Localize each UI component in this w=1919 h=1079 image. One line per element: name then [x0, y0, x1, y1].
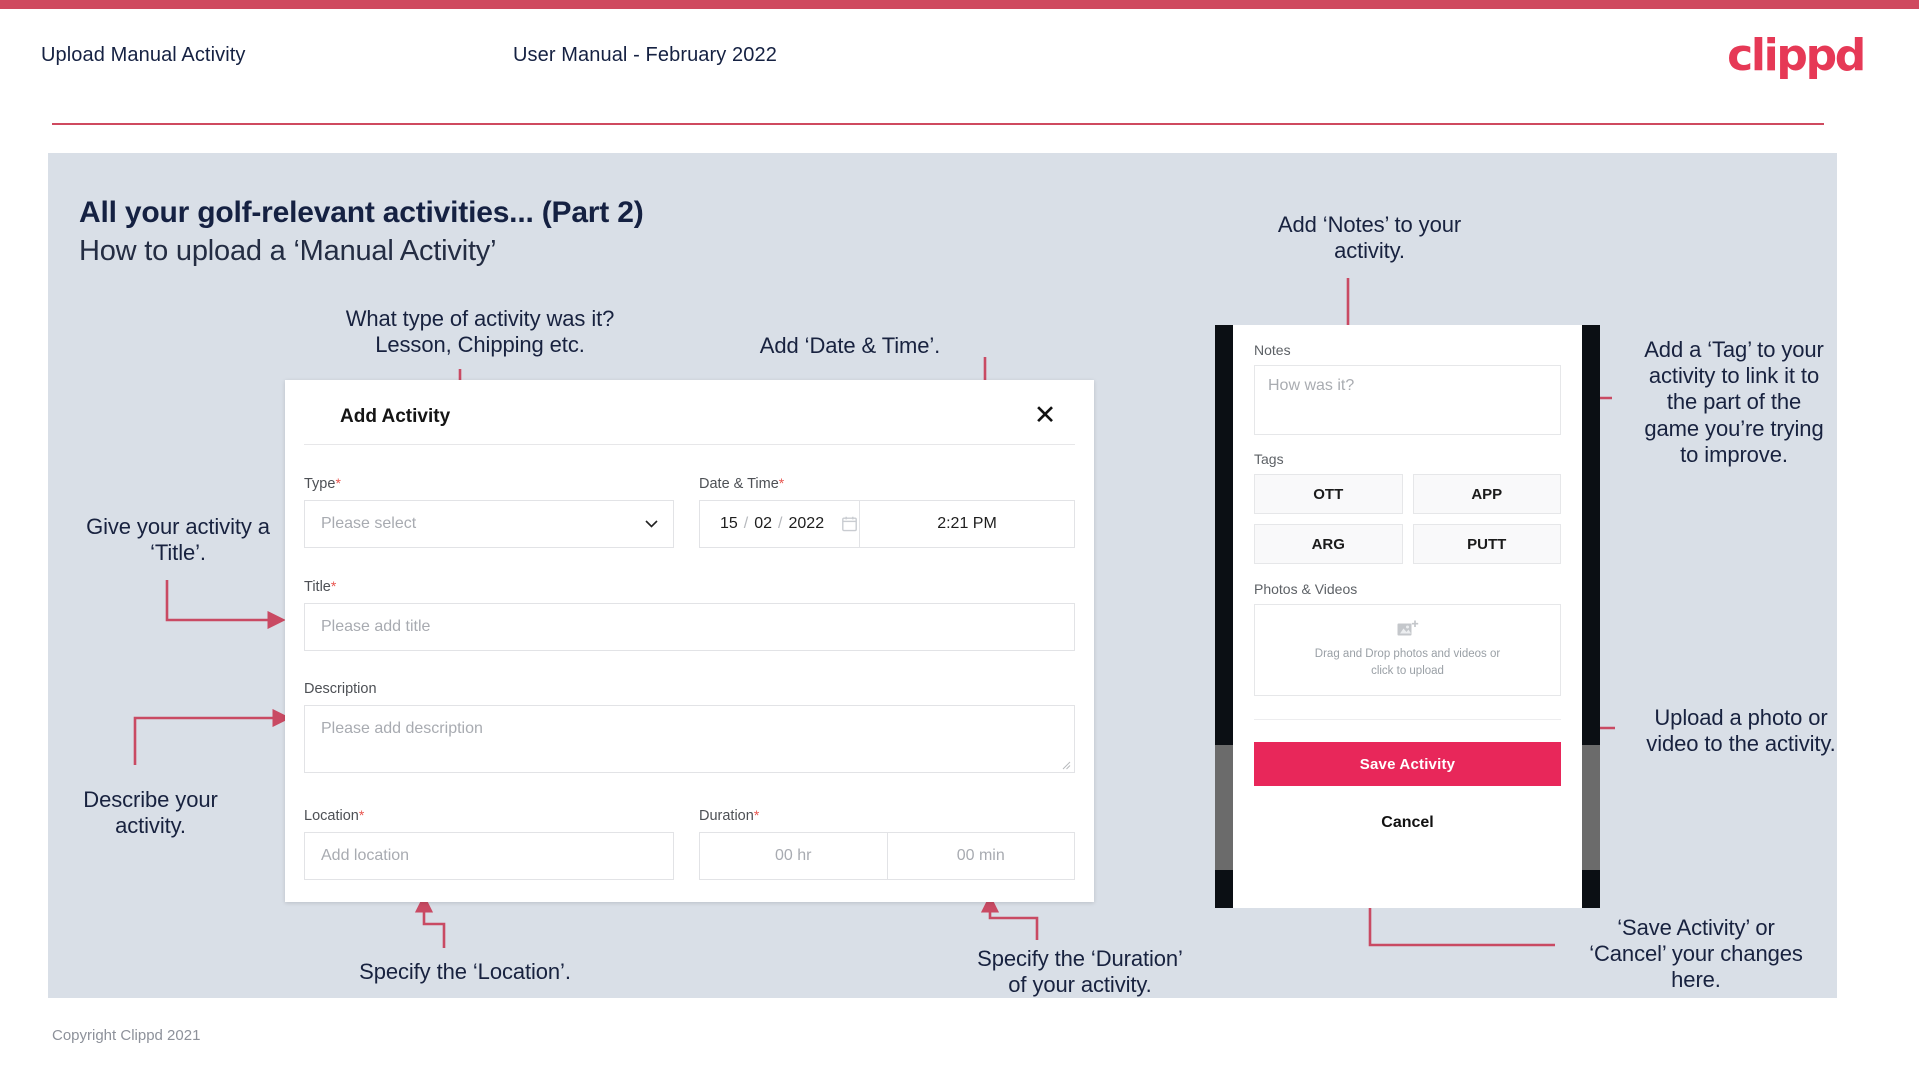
annotation-notes: Add ‘Notes’ to your activity. — [1277, 212, 1462, 264]
notes-textarea[interactable]: How was it? — [1254, 365, 1561, 435]
tags-label: Tags — [1254, 451, 1284, 467]
location-input[interactable]: Add location — [304, 832, 674, 880]
tag-button-arg[interactable]: ARG — [1254, 524, 1403, 564]
type-label: Type* — [304, 475, 341, 492]
description-field: Description Please add description — [304, 681, 1075, 773]
annotation-tag: Add a ‘Tag’ to your activity to link it t… — [1644, 337, 1824, 467]
copyright-text: Copyright Clippd 2021 — [52, 1027, 201, 1044]
phone-divider — [1254, 719, 1561, 720]
phone-mockup: Notes How was it? Tags OTT APP ARG PUTT … — [1215, 325, 1600, 908]
dialog-header: Add Activity ✕ — [285, 380, 1094, 442]
photos-label: Photos & Videos — [1254, 581, 1358, 597]
phone-bezel-right — [1582, 325, 1600, 908]
calendar-icon[interactable] — [842, 516, 857, 532]
annotation-type: What type of activity was it? Lesson, Chi… — [345, 306, 615, 358]
dialog-divider — [304, 444, 1075, 445]
duration-field: Duration* 00 hr 00 min — [699, 807, 1075, 880]
annotation-duration: Specify the ‘Duration’ of your activity. — [977, 946, 1183, 998]
page-subtitle: User Manual - February 2022 — [513, 44, 777, 66]
date-input[interactable]: 15 / 02 / 2022 — [700, 501, 860, 547]
slide-heading: All your golf-relevant activities... (Pa… — [79, 196, 644, 229]
slide-page: Upload Manual Activity User Manual - Feb… — [0, 0, 1919, 1079]
chevron-down-icon — [645, 520, 658, 528]
title-field: Title* Please add title — [304, 578, 1075, 651]
slide-subheading: How to upload a ‘Manual Activity’ — [79, 235, 497, 267]
tag-button-app[interactable]: APP — [1412, 474, 1561, 514]
top-accent-bar — [0, 0, 1919, 9]
header-divider — [52, 123, 1824, 125]
photo-dropzone[interactable]: Drag and Drop photos and videos or click… — [1254, 604, 1561, 696]
title-input[interactable]: Please add title — [304, 603, 1075, 651]
datetime-field: Date & Time* 15 / 02 / 2022 2:21 PM — [699, 475, 1075, 548]
notes-label: Notes — [1254, 342, 1291, 358]
annotation-upload: Upload a photo or video to the activity. — [1646, 705, 1836, 757]
tag-button-putt[interactable]: PUTT — [1412, 524, 1561, 564]
duration-label: Duration* — [699, 807, 760, 824]
dropzone-text: Drag and Drop photos and videos or click… — [1314, 648, 1501, 677]
phone-screen: Notes How was it? Tags OTT APP ARG PUTT … — [1233, 325, 1582, 908]
time-input[interactable]: 2:21 PM — [860, 501, 1074, 547]
duration-minutes-input[interactable]: 00 min — [886, 833, 1075, 879]
type-select[interactable]: Please select — [304, 500, 674, 548]
close-icon[interactable]: ✕ — [1030, 401, 1060, 431]
title-label: Title* — [304, 578, 337, 595]
datetime-label: Date & Time* — [699, 475, 785, 492]
phone-scroll-left — [1215, 745, 1233, 870]
save-activity-button[interactable]: Save Activity — [1254, 742, 1561, 786]
annotation-location: Specify the ‘Location’. — [359, 959, 571, 984]
clippd-logo: clippd — [1727, 30, 1866, 81]
add-activity-dialog: Add Activity ✕ Type* Please select Date … — [285, 380, 1094, 902]
tag-button-ott[interactable]: OTT — [1254, 474, 1403, 514]
dialog-title: Add Activity — [340, 406, 451, 427]
location-field: Location* Add location — [304, 807, 674, 880]
phone-scroll-right — [1582, 745, 1600, 870]
description-textarea[interactable]: Please add description — [304, 705, 1075, 773]
resize-grip-icon[interactable] — [1061, 760, 1071, 770]
annotation-save-cancel: ‘Save Activity’ or ‘Cancel’ your changes … — [1589, 915, 1803, 993]
description-label: Description — [304, 681, 377, 697]
duration-hours-input[interactable]: 00 hr — [700, 833, 887, 879]
type-field: Type* Please select — [304, 475, 674, 548]
cancel-button[interactable]: Cancel — [1254, 814, 1561, 832]
annotation-datetime: Add ‘Date & Time’. — [759, 333, 941, 358]
page-title: Upload Manual Activity — [41, 44, 246, 66]
tags-grid: OTT APP ARG PUTT — [1254, 474, 1561, 564]
add-image-icon — [1397, 620, 1418, 636]
phone-bezel-left — [1215, 325, 1233, 908]
annotation-describe: Describe your activity. — [83, 787, 218, 839]
annotation-title: Give your activity a ‘Title’. — [86, 514, 270, 566]
location-label: Location* — [304, 807, 365, 824]
